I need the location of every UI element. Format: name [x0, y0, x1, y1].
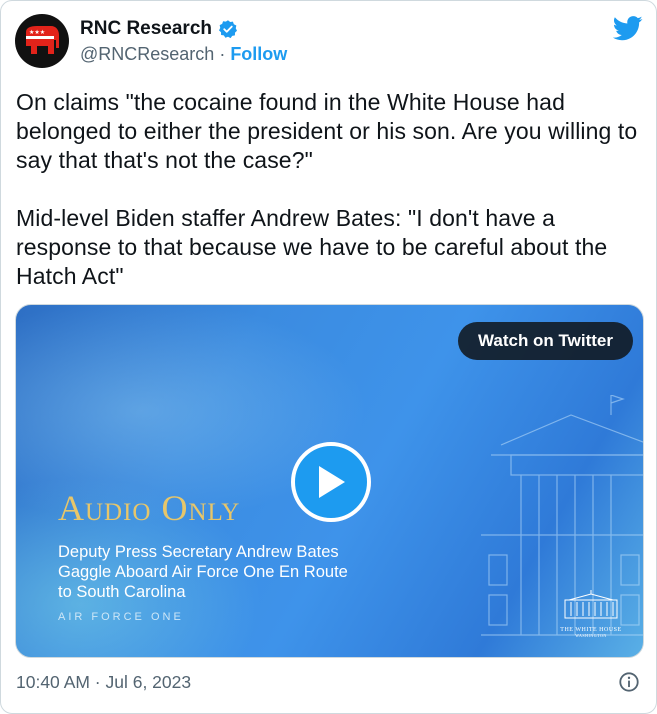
avatar[interactable]: ★★★ [15, 14, 69, 68]
watch-on-twitter-button[interactable]: Watch on Twitter [457, 322, 633, 360]
svg-text:★★★: ★★★ [29, 29, 45, 36]
media-caption: AIR FORCE ONE [58, 611, 184, 623]
tweet-header: ★★★ RNC Research @RNCResearch · Follow [15, 14, 645, 70]
white-house-logo-icon [564, 590, 618, 619]
author-name[interactable]: RNC Research [80, 18, 212, 40]
media-video[interactable]: Watch on Twitter Audio Only Deputy Press… [15, 304, 644, 658]
author-handle[interactable]: @RNCResearch [80, 44, 214, 64]
rnc-elephant-logo: ★★★ [26, 26, 59, 54]
handle-row: @RNCResearch · Follow [80, 44, 287, 65]
info-icon[interactable] [618, 671, 640, 698]
audio-only-title: Audio Only [58, 488, 241, 528]
author-name-row: RNC Research [80, 17, 238, 41]
tweet-footer: 10:40 AM · Jul 6, 2023 [16, 671, 644, 695]
media-subtitle: Deputy Press Secretary Andrew Bates Gagg… [58, 543, 348, 601]
play-icon [319, 466, 345, 498]
tweet-card: ★★★ RNC Research @RNCResearch · Follow O… [0, 0, 657, 714]
white-house-logo-subtitle: WASHINGTON [575, 633, 607, 638]
play-button[interactable] [291, 442, 371, 522]
tweet-timestamp[interactable]: 10:40 AM · Jul 6, 2023 [16, 672, 191, 693]
tweet-text: On claims "the cocaine found in the Whit… [16, 89, 638, 289]
verified-badge-icon [218, 19, 238, 39]
twitter-bird-icon[interactable] [612, 16, 643, 46]
separator-dot: · [214, 44, 231, 64]
follow-button[interactable]: Follow [230, 44, 287, 64]
white-house-logo: THE WHITE HOUSE WASHINGTON [556, 588, 626, 638]
